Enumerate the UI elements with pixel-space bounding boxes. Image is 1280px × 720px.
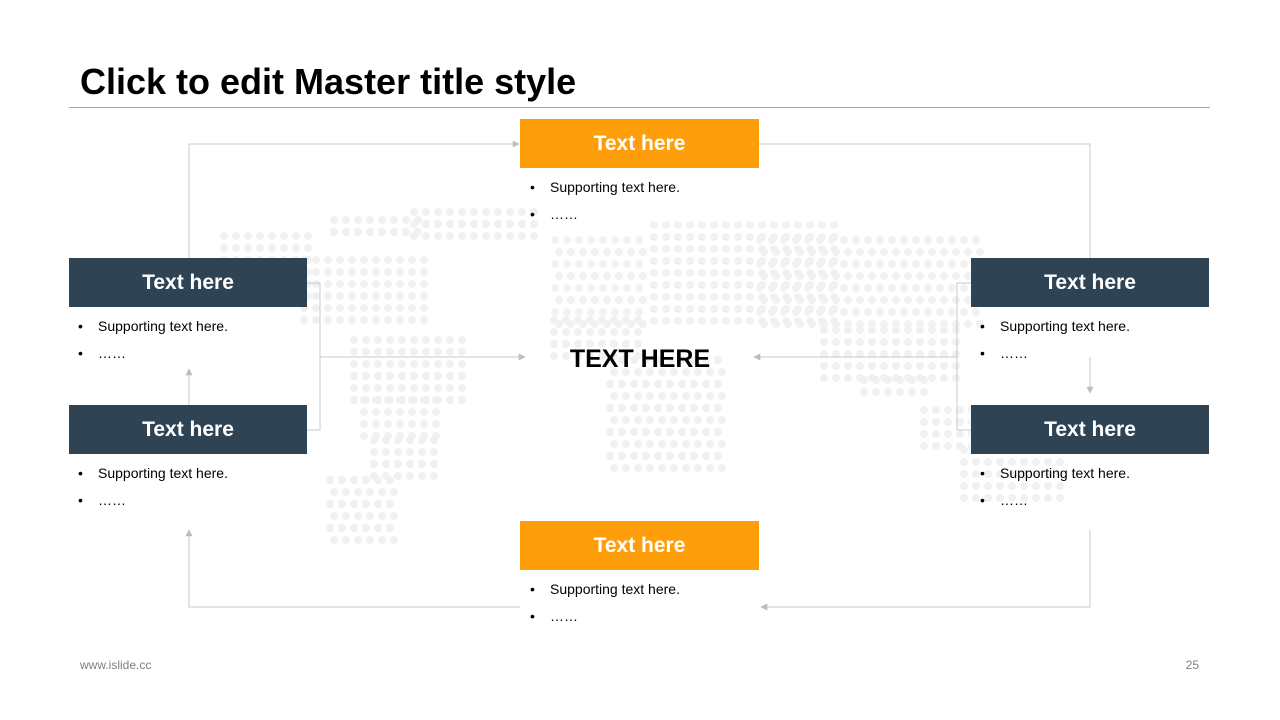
bullet-item: • Supporting text here. [78, 465, 228, 481]
bullet-text: …… [550, 206, 578, 222]
bullet-item: •…… [530, 608, 578, 624]
bullet-item: •…… [980, 492, 1028, 508]
connector-right-bracket [956, 282, 971, 431]
left-upper-node-header[interactable]: Text here [69, 258, 307, 307]
bullet-text: Supporting text here. [550, 581, 680, 597]
right-upper-node-header[interactable]: Text here [971, 258, 1209, 307]
bullet-text: …… [98, 345, 126, 361]
connector-right-to-bottom [760, 530, 1091, 611]
right-lower-node-header[interactable]: Text here [971, 405, 1209, 454]
bullet-item: • Supporting text here. [530, 581, 680, 597]
bullet-text: Supporting text here. [98, 465, 228, 481]
connector-left-to-top [188, 140, 520, 258]
center-text[interactable]: TEXT HERE [540, 340, 740, 378]
left-lower-node-header[interactable]: Text here [69, 405, 307, 454]
bottom-node-bullets: • Supporting text here. •…… [530, 576, 768, 630]
bottom-node-header[interactable]: Text here [520, 521, 759, 570]
bullet-item: •…… [530, 206, 578, 222]
bullet-item: •…… [980, 345, 1028, 361]
bullet-item: • Supporting text here. [980, 318, 1130, 334]
bullet-text: …… [550, 608, 578, 624]
bullet-text: Supporting text here. [1000, 465, 1130, 481]
bullet-text: Supporting text here. [550, 179, 680, 195]
footer-url: www.islide.cc [80, 658, 152, 672]
left-lower-node-bullets: • Supporting text here. •…… [78, 460, 316, 514]
bullet-item: • Supporting text here. [980, 465, 1130, 481]
bullet-text: Supporting text here. [1000, 318, 1130, 334]
top-node-header[interactable]: Text here [520, 119, 759, 168]
bullet-item: • Supporting text here. [78, 318, 228, 334]
bullet-text: …… [98, 492, 126, 508]
left-upper-node-bullets: • Supporting text here. •…… [78, 313, 316, 367]
bullet-text: …… [1000, 492, 1028, 508]
right-lower-node-bullets: • Supporting text here. •…… [980, 460, 1218, 514]
page-number: 25 [1185, 658, 1199, 672]
bullet-text: …… [1000, 345, 1028, 361]
bullet-item: • Supporting text here. [530, 179, 680, 195]
bullet-text: Supporting text here. [98, 318, 228, 334]
connector-top-to-right [759, 143, 1091, 258]
right-upper-node-bullets: • Supporting text here. •…… [980, 313, 1218, 367]
bullet-item: •…… [78, 492, 126, 508]
bullet-item: •…… [78, 345, 126, 361]
title-divider [69, 107, 1210, 108]
top-node-bullets: • Supporting text here. •…… [530, 174, 768, 228]
slide-title[interactable]: Click to edit Master title style [80, 60, 576, 104]
connector-bottom-to-left [185, 529, 520, 608]
